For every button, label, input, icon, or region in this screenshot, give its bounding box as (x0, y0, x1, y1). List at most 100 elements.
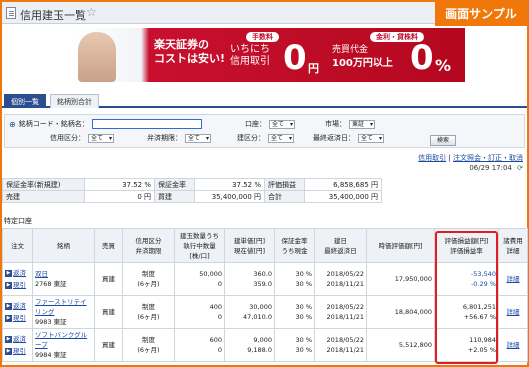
price-cell: 30,000 47,010.0 (224, 295, 275, 329)
build-price: 9,000 (253, 336, 272, 344)
delivery-action[interactable]: ▶ 現引 (5, 313, 30, 323)
market-value-cell: 17,950,000 (366, 262, 435, 296)
date-cell: 2018/05/22 2018/11/21 (314, 295, 367, 329)
page-title: 信用建玉一覧 (20, 9, 86, 22)
delivery-link[interactable]: 現引 (13, 280, 26, 290)
fee-detail-link[interactable]: 詳細 (507, 308, 520, 316)
stock-code: 2768 東証 (35, 280, 67, 288)
positions-table: 注文 銘柄 売買 信用区分 弁済期限 建玉数量うち 執行中数量 [株/口] 建単… (2, 228, 528, 362)
last-date: 2018/11/21 (326, 346, 364, 354)
refresh-icon[interactable]: ⟳ (517, 164, 523, 172)
timestamp: 06/29 17:04 ⟳ (469, 164, 523, 172)
last-date: 2018/11/21 (326, 280, 364, 288)
summary-value: 35,400,000 円 (304, 190, 382, 203)
pl-amount: 110,984 (469, 336, 496, 344)
banner-left-text: いちにち 信用取引 (230, 44, 270, 68)
summary-label: 評価損益 (264, 178, 305, 191)
orders-link[interactable]: 注文照会・訂正・取消 (453, 154, 523, 162)
current-price: 359.0 (253, 280, 272, 288)
lastdate-select[interactable]: 全て (358, 133, 385, 143)
margin-rate: 30 % (295, 303, 312, 311)
cash-rate: 30 % (295, 346, 312, 354)
side-cell: 買建 (94, 295, 123, 329)
repay-action[interactable]: ▶ 返済 (5, 334, 30, 344)
qty-cell: 400 0 (174, 295, 225, 329)
repay-link[interactable]: 返済 (13, 334, 26, 344)
col-name: 銘柄 (32, 228, 95, 263)
repay-link[interactable]: 返済 (13, 301, 26, 311)
banner-right-zero: 0 (410, 38, 434, 78)
credit-select[interactable]: 全て (88, 133, 115, 143)
delivery-link[interactable]: 現引 (13, 313, 26, 323)
credit-type: 制度 (142, 270, 155, 278)
qty-exec: 0 (217, 313, 222, 321)
history-link[interactable]: 信用取引 (418, 154, 446, 162)
summary-label: 売建 (2, 190, 85, 203)
stock-name-link[interactable]: ソフトバンクグループ (35, 330, 92, 350)
timestamp-text: 06/29 17:04 (469, 164, 512, 172)
tab-individual-list[interactable]: 個別一覧 (4, 94, 46, 108)
credit-cell: 制度 (6ヶ月) (122, 295, 175, 329)
delivery-link[interactable]: 現引 (13, 346, 26, 356)
margin-rate: 30 % (295, 270, 312, 278)
col-credit: 信用区分 弁済期限 (122, 228, 175, 263)
market-select[interactable]: 東証 (349, 119, 376, 129)
col-side: 売買 (94, 228, 123, 263)
col-order: 注文 (2, 228, 33, 263)
search-panel: ⊕ 銘柄コード・銘柄名： 口座： 全て 市場： 東証 信用区分： 全て 弁済期限… (4, 114, 525, 148)
tab-by-stock-total[interactable]: 銘柄別合計 (50, 94, 99, 108)
banner-line1: 楽天証券の (154, 38, 209, 51)
credit-label: 信用区分： (50, 134, 85, 142)
repay-action[interactable]: ▶ 返済 (5, 268, 30, 278)
market-value-cell: 5,512,800 (366, 328, 435, 362)
account-select[interactable]: 全て (269, 119, 296, 129)
pl-rate: +56.67 % (463, 313, 496, 321)
credit-term: (6ヶ月) (137, 346, 160, 354)
build-select[interactable]: 全て (268, 133, 295, 143)
favorite-star-icon[interactable]: ☆ (86, 5, 97, 19)
margin-cell: 30 % 30 % (274, 328, 315, 362)
qty-cell: 50,000 0 (174, 262, 225, 296)
banner-headline: 楽天証券の コストは安い! (154, 38, 225, 66)
fee-cell: 詳細 (498, 262, 528, 296)
margin-rate: 30 % (295, 336, 312, 344)
col-date: 建日 最終返済日 (314, 228, 367, 263)
delivery-action[interactable]: ▶ 現引 (5, 280, 30, 290)
repay-select[interactable]: 全て (185, 133, 212, 143)
pl-rate: -0.29 % (470, 280, 496, 288)
stock-cell: 双日 2768 東証 (32, 262, 95, 296)
col-price: 建単価[円] 現在値[円] (224, 228, 275, 263)
side-cell: 買建 (94, 328, 123, 362)
repay-link[interactable]: 返済 (13, 268, 26, 278)
code-input[interactable] (91, 119, 202, 129)
current-price: 47,010.0 (243, 313, 272, 321)
table-row: ▶ 返済 ▶ 現引 双日 2768 東証 買建 制度 (6ヶ月) 50,000 0 360… (2, 262, 528, 296)
fee-cell: 詳細 (498, 328, 528, 362)
summary-table: 保証金率(新規建) 37.52 % 保証金率 37.52 % 評価損益 6,85… (2, 178, 382, 203)
banner-left-zero: 0 (283, 38, 307, 78)
summary-value: 35,400,000 円 (194, 190, 265, 203)
side-cell: 買建 (94, 262, 123, 296)
fee-detail-link[interactable]: 詳細 (507, 275, 520, 283)
summary-label: 合計 (264, 190, 305, 203)
fee-detail-link[interactable]: 詳細 (507, 341, 520, 349)
banner-left-unit: 円 (308, 62, 319, 75)
arrow-icon: ▶ (5, 269, 12, 277)
col-qty: 建玉数量うち 執行中数量 [株/口] (174, 228, 225, 263)
qty-exec: 0 (217, 280, 222, 288)
repay-action[interactable]: ▶ 返済 (5, 301, 30, 311)
banner-line2: コストは安い! (154, 52, 226, 65)
delivery-action[interactable]: ▶ 現引 (5, 346, 30, 356)
stock-cell: ソフトバンクグループ 9984 東証 (32, 328, 95, 362)
promo-banner[interactable]: 楽天証券の コストは安い! 手数料 いちにち 信用取引 0 円 金利・貸株料 売… (70, 28, 465, 82)
pl-cell: 110,984 +2.05 % (434, 328, 499, 362)
banner-right-text1: 売買代金 (332, 45, 369, 55)
cash-rate: 30 % (295, 313, 312, 321)
stock-name-link[interactable]: ファーストリテイリング (35, 297, 92, 317)
current-price: 9,188.0 (247, 346, 272, 354)
build-date: 2018/05/22 (326, 336, 364, 344)
col-fee: 諸費用 詳細 (498, 228, 528, 263)
stock-name-link[interactable]: 双日 (35, 269, 92, 279)
qty-cell: 600 0 (174, 328, 225, 362)
search-button[interactable]: 検索 (430, 135, 457, 146)
